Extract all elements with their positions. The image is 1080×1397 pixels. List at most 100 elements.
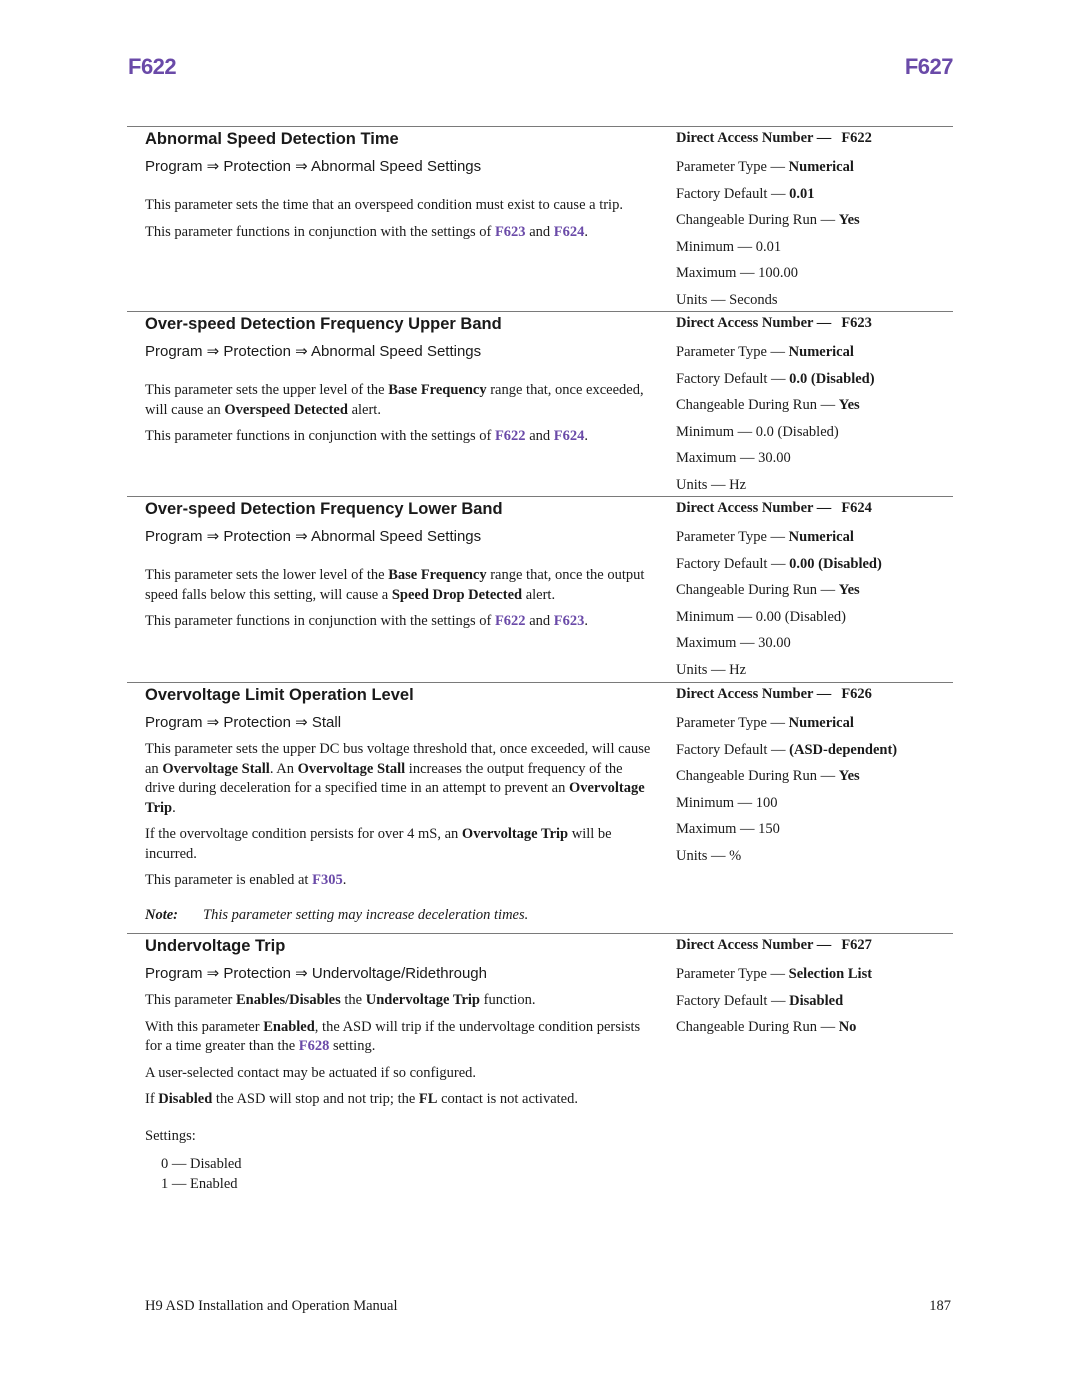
- label: Parameter Type —: [676, 344, 789, 360]
- label: Changeable During Run —: [676, 1019, 839, 1035]
- label: Parameter Type —: [676, 159, 789, 175]
- description-paragraph: This parameter sets the upper DC bus vol…: [145, 740, 655, 818]
- value: F624: [841, 500, 872, 516]
- text: With this parameter: [145, 1018, 264, 1035]
- value: No: [838, 1019, 857, 1035]
- label: Factory Default —: [676, 185, 790, 202]
- changeable-during-run: Changeable During Run — Yes: [676, 207, 956, 234]
- text: This parameter is enabled at: [145, 872, 313, 888]
- minimum: Minimum — 0.0 (Disabled): [676, 423, 839, 440]
- disabled-paragraph: If Disabled the ASD will stop and not tr…: [145, 1090, 655, 1110]
- link-f624[interactable]: F624: [554, 428, 585, 444]
- direct-access-number: Direct Access Number — F626: [676, 684, 956, 704]
- menu-path: Program ⇒ Protection ⇒ Undervoltage/Ride…: [145, 965, 487, 982]
- param-title: Overvoltage Limit Operation Level: [145, 686, 414, 704]
- maximum: Maximum — 150: [676, 821, 780, 837]
- text: function.: [479, 992, 536, 1008]
- label: Direct Access Number —: [676, 937, 832, 953]
- emphasis: Enables/Disables: [236, 992, 341, 1008]
- value: (ASD-dependent): [789, 741, 898, 758]
- param-section-f624: Over-speed Detection Frequency Lower Ban…: [127, 496, 953, 681]
- emphasis: Undervoltage Trip: [365, 992, 480, 1008]
- text: alert.: [522, 586, 556, 603]
- factory-default: Factory Default — (ASD-dependent): [676, 737, 956, 764]
- link-f305[interactable]: F305: [312, 872, 343, 888]
- emphasis: FL: [418, 1091, 438, 1107]
- parameter-type: Parameter Type — Numerical: [676, 710, 956, 737]
- text: This parameter sets the lower level of t…: [145, 567, 389, 583]
- direct-access-number: Direct Access Number — F622: [676, 128, 956, 148]
- factory-default: Factory Default — 0.0 (Disabled): [676, 366, 956, 393]
- param-description: Undervoltage Trip Program ⇒ Protection ⇒…: [145, 934, 655, 1194]
- text: If the overvoltage condition persists fo…: [145, 826, 462, 842]
- label: Parameter Type —: [676, 966, 789, 982]
- emphasis: Overvoltage Trip: [461, 826, 569, 842]
- value: Numerical: [788, 529, 854, 545]
- text: This parameter functions in conjunction …: [145, 613, 495, 629]
- setting-option: 0 — Disabled: [161, 1156, 242, 1172]
- units: Units — %: [676, 847, 742, 864]
- text: .: [584, 223, 588, 240]
- label: Direct Access Number —: [676, 500, 832, 516]
- settings-list: 0 — Disabled 1 — Enabled: [161, 1154, 655, 1194]
- emphasis: Base Frequency: [388, 382, 487, 398]
- units: Units — Seconds: [676, 291, 778, 308]
- value: Numerical: [788, 344, 854, 360]
- text: setting.: [329, 1038, 376, 1054]
- param-properties: Direct Access Number — F627 Parameter Typ…: [676, 934, 956, 1041]
- text: .: [584, 428, 588, 444]
- label: Factory Default —: [676, 741, 790, 758]
- trip-paragraph: If the overvoltage condition persists fo…: [145, 825, 655, 864]
- value: 0.00 (Disabled): [789, 555, 882, 572]
- label: Factory Default —: [676, 370, 790, 387]
- link-f623[interactable]: F623: [495, 224, 526, 240]
- parameter-type: Parameter Type — Numerical: [676, 524, 956, 551]
- emphasis: Overspeed Detected: [224, 401, 348, 418]
- text: .: [584, 613, 588, 629]
- description-paragraph: This parameter sets the upper level of t…: [145, 381, 655, 420]
- emphasis: Speed Drop Detected: [391, 586, 523, 603]
- link-f624[interactable]: F624: [554, 224, 585, 240]
- value: Yes: [838, 212, 860, 228]
- related-params-paragraph: This parameter functions in conjunction …: [145, 612, 655, 632]
- emphasis: Base Frequency: [388, 567, 487, 583]
- emphasis: Overvoltage Stall: [297, 760, 406, 777]
- link-f628[interactable]: F628: [299, 1038, 330, 1054]
- minimum: Minimum — 0.01: [676, 238, 782, 255]
- value: F623: [841, 315, 872, 331]
- units: Units — Hz: [676, 661, 747, 678]
- text: This parameter sets the upper level of t…: [145, 382, 389, 398]
- contact-paragraph: A user-selected contact may be actuated …: [145, 1064, 477, 1081]
- text: This parameter functions in conjunction …: [145, 428, 495, 444]
- value: Yes: [838, 768, 860, 784]
- text: This parameter functions in conjunction …: [145, 223, 495, 240]
- emphasis: Disabled: [158, 1091, 213, 1107]
- param-description: Over-speed Detection Frequency Upper Ban…: [145, 312, 655, 447]
- label: Factory Default —: [676, 992, 790, 1009]
- label: Direct Access Number —: [676, 130, 832, 146]
- link-f622[interactable]: F622: [495, 613, 526, 629]
- value: Numerical: [788, 159, 854, 175]
- minimum: Minimum — 100: [676, 794, 778, 811]
- value: Selection List: [788, 966, 873, 982]
- value: Numerical: [788, 715, 854, 731]
- text: . An: [269, 760, 298, 777]
- label: Direct Access Number —: [676, 686, 832, 702]
- value: 0.01: [789, 185, 815, 202]
- value: Yes: [838, 397, 860, 413]
- value: F626: [841, 686, 872, 702]
- text: the ASD will stop and not trip; the: [212, 1091, 419, 1107]
- note-label: Note:: [145, 906, 179, 923]
- changeable-during-run: Changeable During Run — No: [676, 1014, 956, 1041]
- text: and: [525, 428, 554, 444]
- param-description: Abnormal Speed Detection Time Program ⇒ …: [145, 127, 655, 242]
- changeable-during-run: Changeable During Run — Yes: [676, 763, 956, 790]
- link-f622[interactable]: F622: [495, 428, 526, 444]
- link-f623[interactable]: F623: [554, 613, 585, 629]
- label: Changeable During Run —: [676, 582, 839, 598]
- related-params-paragraph: This parameter functions in conjunction …: [145, 427, 655, 447]
- footer-manual-title: H9 ASD Installation and Operation Manual: [145, 1298, 398, 1314]
- related-params-paragraph: This parameter functions in conjunction …: [145, 223, 655, 243]
- label: Changeable During Run —: [676, 397, 839, 413]
- note-text: This parameter setting may increase dece…: [203, 906, 529, 923]
